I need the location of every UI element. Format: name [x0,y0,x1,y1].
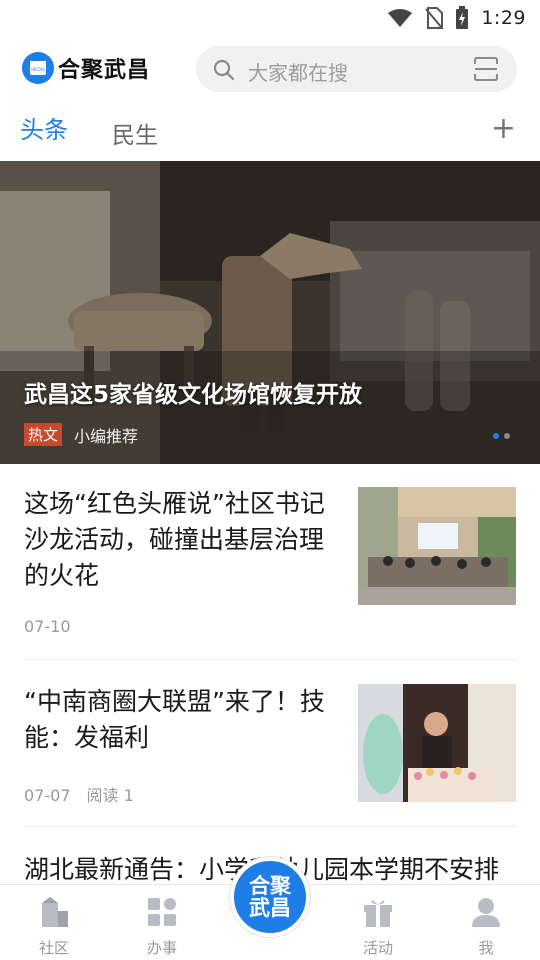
carousel-dot[interactable] [504,433,510,439]
search-placeholder: 大家都在搜 [248,61,348,85]
hero-image [0,161,540,464]
news-title[interactable]: “中南商圈大联盟”来了！技能：发福利 [24,684,340,756]
center-button-line2: 武昌 [249,895,291,920]
hero-banner[interactable]: 武昌这5家省级文化场馆恢复开放 热文 小编推荐 [0,161,540,464]
news-list-item[interactable]: 这场“红色头雁说”社区书记沙龙活动，碰撞出基层治理的火花 07-10 [24,464,516,660]
status-bar: 1:29 [0,0,540,36]
carousel-dots [493,433,510,439]
center-button-line1: 合聚 [249,873,291,898]
logo-badge-icon: HECHS [22,52,54,84]
gift-icon [364,900,392,927]
nav-label: 我 [478,939,494,957]
app-header: HECHS 合聚武昌 大家都在搜 [0,44,540,94]
app-logo[interactable]: HECHS 合聚武昌 [22,52,150,84]
tab-headlines[interactable]: 头条 [20,110,68,145]
hero-title[interactable]: 武昌这5家省级文化场馆恢复开放 [24,375,362,409]
category-tabs: 头条 民生 + [0,108,540,158]
carousel-dot-active[interactable] [493,433,499,439]
nav-community[interactable]: 社区 [24,897,84,958]
news-image [358,684,516,802]
nav-label: 社区 [38,939,69,957]
status-icons: 1:29 [387,6,526,30]
tab-livelihood[interactable]: 民生 [112,116,158,150]
add-tab-icon[interactable]: + [491,114,516,144]
nav-profile[interactable]: 我 [456,897,516,958]
battery-charging-icon [456,6,469,29]
search-icon [213,59,235,81]
logo-badge-text: HECHS [31,67,45,72]
news-title[interactable]: 这场“红色头雁说”社区书记沙龙活动，碰撞出基层治理的火花 [24,486,340,594]
nav-label: 办事 [146,939,177,957]
search-input[interactable]: 大家都在搜 [196,46,517,92]
status-time: 1:29 [481,7,526,29]
news-date: 07-10 [24,617,71,636]
news-thumbnail[interactable] [358,487,516,605]
nav-label: 活动 [362,939,393,957]
nav-home-center-button[interactable]: 合聚 武昌 [230,857,310,937]
bottom-navigation: 社区 办事 合聚 武昌 活动 我 [0,857,540,960]
no-sim-icon [425,7,444,29]
nav-services[interactable]: 办事 [132,897,192,958]
news-date: 07-07 [24,786,71,805]
news-meta: 07-07 阅读 1 [24,782,134,806]
apps-grid-icon [148,898,176,926]
hot-tag-badge: 热文 [24,423,63,446]
app-name: 合聚武昌 [58,57,151,83]
news-meta: 07-10 [24,617,71,636]
news-thumbnail[interactable] [358,684,516,802]
building-icon [42,897,68,927]
news-read-count: 阅读 1 [86,786,134,805]
user-icon [472,898,500,927]
news-list-item[interactable]: “中南商圈大联盟”来了！技能：发福利 07-07 阅读 1 [24,660,516,827]
wifi-icon [388,9,413,27]
scan-icon[interactable] [473,56,499,82]
nav-activities[interactable]: 活动 [348,897,408,958]
hero-source: 小编推荐 [74,427,139,446]
news-image [358,487,516,605]
